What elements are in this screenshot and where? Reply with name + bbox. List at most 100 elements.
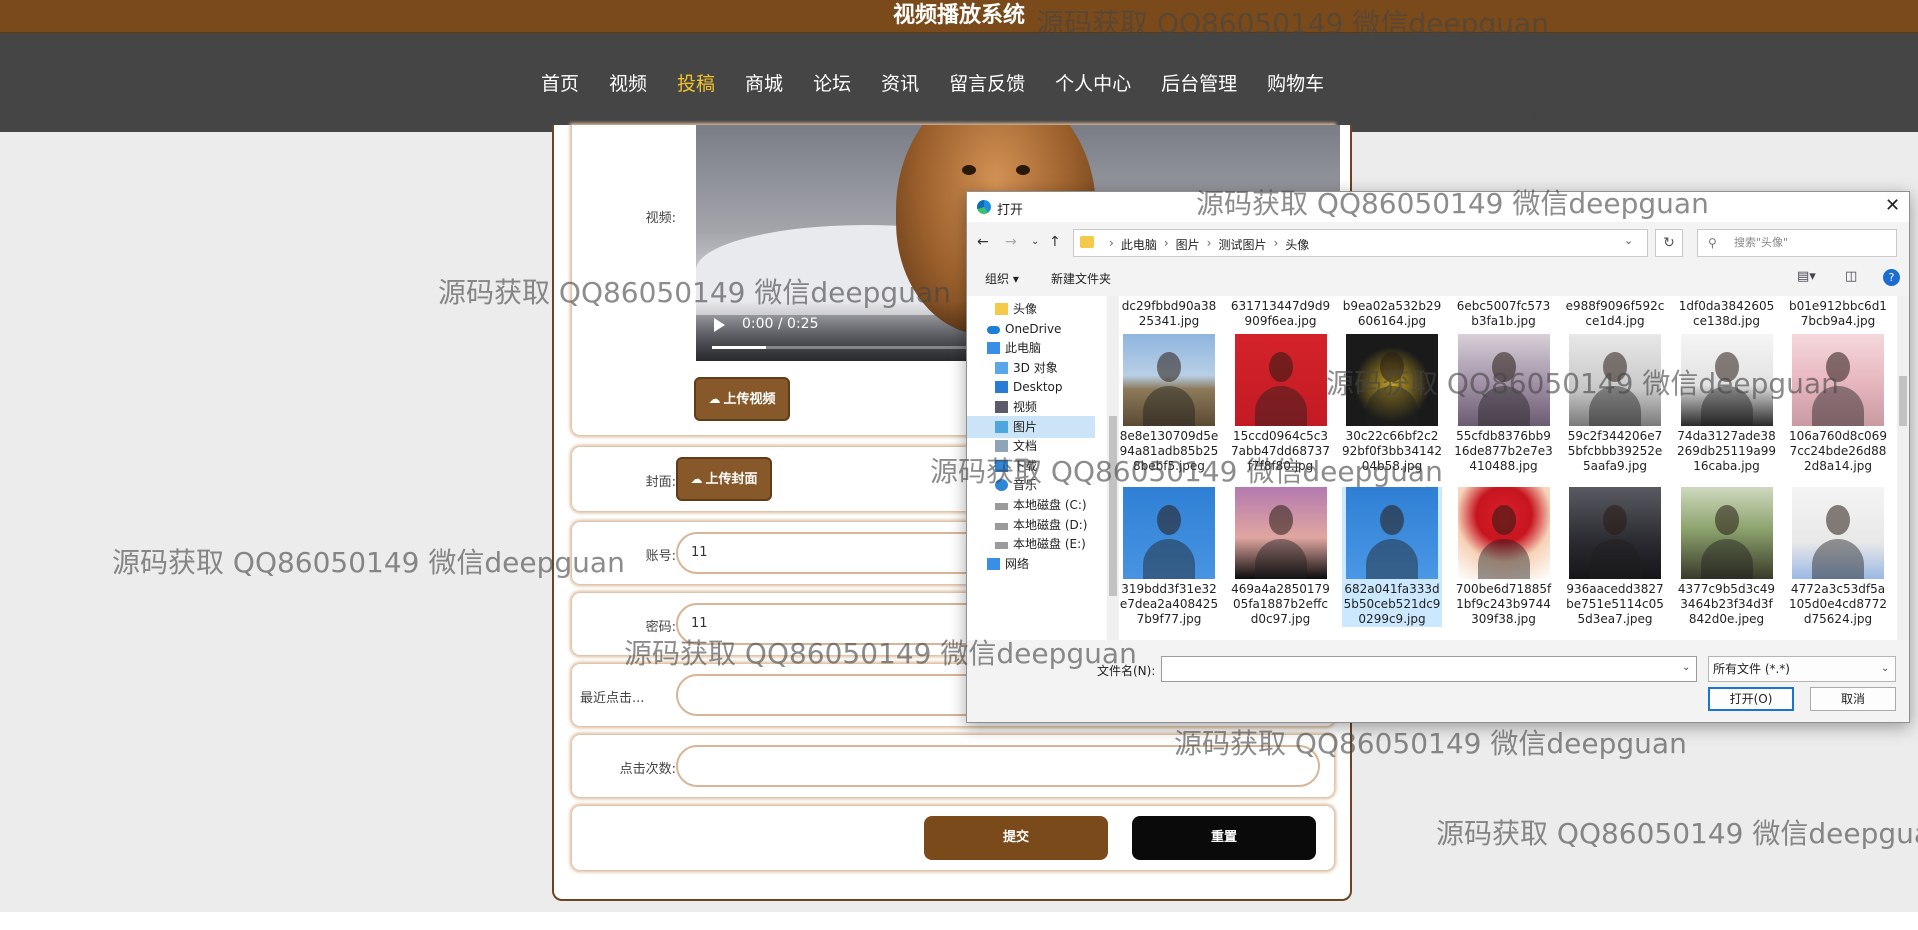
submit-button[interactable]: 提交 <box>924 816 1108 860</box>
portrait-head-shape <box>1603 352 1627 382</box>
file-name: dc29fbbd90a3825341.jpg <box>1121 299 1217 328</box>
file-item[interactable]: b01e912bbc6d17bcb9a4.jpg <box>1788 296 1888 329</box>
video-time: 0:00 / 0:25 <box>742 316 819 332</box>
filetype-select[interactable]: 所有文件 (*.*) ⌄ <box>1708 656 1896 682</box>
breadcrumb-item[interactable]: 此电脑 <box>1121 236 1157 253</box>
music-icon <box>995 479 1008 492</box>
portrait-head-shape <box>1714 352 1739 382</box>
password-label: 密码: <box>645 620 676 635</box>
click-count-row: 点击次数: <box>572 735 1334 797</box>
file-name: 6ebc5007fc573b3fa1b.jpg <box>1456 299 1551 328</box>
file-item[interactable]: 106a760d8c0697cc24bde26d882d8a14.jpg <box>1788 334 1888 474</box>
image-thumbnail <box>1234 487 1327 579</box>
preview-pane-icon[interactable]: ◫ <box>1845 269 1857 284</box>
close-icon[interactable]: ✕ <box>1885 195 1900 216</box>
help-icon[interactable]: ? <box>1883 269 1900 286</box>
portrait-body-shape <box>1366 539 1418 579</box>
file-name: b9ea02a532b29606164.jpg <box>1342 299 1442 328</box>
dialog-titlebar[interactable]: 打开 ✕ <box>967 192 1909 222</box>
file-item[interactable]: 6ebc5007fc573b3fa1b.jpg <box>1454 296 1554 329</box>
back-arrow-icon[interactable]: ← <box>977 234 989 250</box>
nav-item-feedback[interactable]: 留言反馈 <box>934 69 1040 96</box>
file-item[interactable]: dc29fbbd90a3825341.jpg <box>1119 296 1219 329</box>
file-item[interactable]: 8e8e130709d5e94a81adb85b258bebf5.jpeg <box>1119 334 1219 474</box>
file-item[interactable]: b9ea02a532b29606164.jpg <box>1342 296 1442 329</box>
nav-item-submit[interactable]: 投稿 <box>662 69 730 96</box>
recent-locations-icon[interactable]: ⌄ <box>1031 236 1039 247</box>
nav-item-news[interactable]: 资讯 <box>866 69 934 96</box>
nav-item-cart[interactable]: 购物车 <box>1252 69 1339 96</box>
reset-button[interactable]: 重置 <box>1132 816 1316 860</box>
browser-app-icon <box>977 200 991 214</box>
refresh-icon[interactable]: ↻ <box>1655 229 1683 257</box>
up-arrow-icon[interactable]: ↑ <box>1049 234 1061 250</box>
open-button[interactable]: 打开(O) <box>1708 687 1794 711</box>
actions-row: 提交 重置 <box>572 806 1334 870</box>
chevron-down-icon[interactable]: ⌄ <box>1682 662 1690 673</box>
filename-input[interactable]: ⌄ <box>1161 656 1697 682</box>
breadcrumb-item[interactable]: 头像 <box>1285 236 1309 253</box>
search-input[interactable]: ⚲ 搜索"头像" <box>1697 229 1897 257</box>
tree-scroll-thumb[interactable] <box>1109 416 1117 596</box>
computer-icon <box>987 342 1000 355</box>
file-name: 1df0da3842605ce138d.jpg <box>1678 299 1775 328</box>
breadcrumb-item[interactable]: 图片 <box>1176 236 1200 253</box>
file-item[interactable]: 936aacedd3827be751e5114c055d3ea7.jpeg <box>1565 487 1665 627</box>
play-icon[interactable] <box>714 318 725 332</box>
file-item[interactable]: 59c2f344206e75bfcbbb39252e5aafa9.jpg <box>1565 334 1665 474</box>
organize-button[interactable]: 组织 ▾ <box>985 270 1019 287</box>
file-name: b01e912bbc6d17bcb9a4.jpg <box>1789 299 1887 328</box>
chevron-down-icon[interactable]: ⌄ <box>1624 234 1633 247</box>
image-thumbnail <box>1569 487 1661 579</box>
portrait-head-shape <box>1603 505 1627 535</box>
file-item[interactable]: 682a041fa333d5b50ceb521dc90299c9.jpg <box>1342 487 1442 627</box>
nav-item-forum[interactable]: 论坛 <box>798 69 866 96</box>
address-bar[interactable]: › 此电脑 › 图片 › 测试图片 › 头像 ⌄ <box>1073 229 1648 257</box>
nav-item-profile[interactable]: 个人中心 <box>1040 69 1146 96</box>
image-thumbnail <box>1123 334 1215 426</box>
file-item[interactable]: 30c22c66bf2c292bf0f3bb3414204b58.jpg <box>1342 334 1442 474</box>
upload-video-button[interactable]: ☁ 上传视频 <box>694 377 790 421</box>
tree-item[interactable]: 网络 <box>967 553 1095 575</box>
folder-icon <box>995 303 1008 315</box>
file-name: 106a760d8c0697cc24bde26d882d8a14.jpg <box>1789 429 1887 473</box>
files-scrollbar[interactable] <box>1897 296 1909 640</box>
click-count-input[interactable] <box>676 745 1320 787</box>
breadcrumb-item[interactable]: 测试图片 <box>1218 236 1266 253</box>
view-options-icon[interactable]: ▤▾ <box>1797 269 1816 284</box>
portrait-body-shape <box>1812 386 1864 426</box>
video-progress-fill <box>712 346 766 349</box>
file-item[interactable]: e988f9096f592cce1d4.jpg <box>1565 296 1665 329</box>
file-item[interactable]: 74da3127ade38269db25119a9916caba.jpg <box>1677 334 1777 474</box>
tree-scrollbar[interactable] <box>1107 296 1119 640</box>
cancel-button[interactable]: 取消 <box>1810 687 1896 711</box>
file-item[interactable]: 469a4a285017905fa1887b2effcd0c97.jpg <box>1231 487 1331 627</box>
nav-item-videos[interactable]: 视频 <box>594 69 662 96</box>
drive-icon <box>995 522 1008 530</box>
nav-item-home[interactable]: 首页 <box>526 69 594 96</box>
portrait-head-shape <box>1826 505 1850 535</box>
file-item[interactable]: 700be6d71885f1bf9c243b9744309f38.jpg <box>1454 487 1554 627</box>
forward-arrow-icon[interactable]: → <box>1005 234 1017 250</box>
site-title: 视频播放系统 <box>892 3 1025 28</box>
account-label: 账号: <box>645 549 676 564</box>
video-folder-icon <box>995 401 1008 413</box>
file-item[interactable]: 4377c9b5d3c493464b23f34d3f842d0e.jpeg <box>1677 487 1777 627</box>
portrait-body-shape <box>1366 386 1418 426</box>
watermark-clip: 源码获取 QQ86050149 微信deepguan <box>1436 812 1918 852</box>
portrait-body-shape <box>1812 539 1864 579</box>
file-item[interactable]: 1df0da3842605ce138d.jpg <box>1677 296 1777 329</box>
nav-item-admin[interactable]: 后台管理 <box>1146 69 1252 96</box>
nav-item-shop[interactable]: 商城 <box>730 69 798 96</box>
watermark-text: 源码获取 QQ86050149 微信deepguan <box>112 546 625 579</box>
file-item[interactable]: 55cfdb8376bb916de877b2e7e3410488.jpg <box>1454 334 1554 474</box>
portrait-head-shape <box>1157 505 1181 535</box>
file-item[interactable]: 631713447d9d9909f6ea.jpg <box>1231 296 1331 329</box>
file-item[interactable]: 15ccd0964c5c37abb47dd68737f7f8f80.jpg <box>1231 334 1331 474</box>
file-item[interactable]: 319bdd3f31e32e7dea2a4084257b9f77.jpg <box>1119 487 1219 627</box>
file-item[interactable]: 4772a3c53df5a105d0e4cd8772d75624.jpg <box>1788 487 1888 627</box>
new-folder-button[interactable]: 新建文件夹 <box>1051 270 1111 287</box>
files-scroll-thumb[interactable] <box>1899 376 1907 426</box>
upload-cover-button[interactable]: ☁ 上传封面 <box>676 457 772 501</box>
portrait-body-shape <box>1254 386 1307 426</box>
